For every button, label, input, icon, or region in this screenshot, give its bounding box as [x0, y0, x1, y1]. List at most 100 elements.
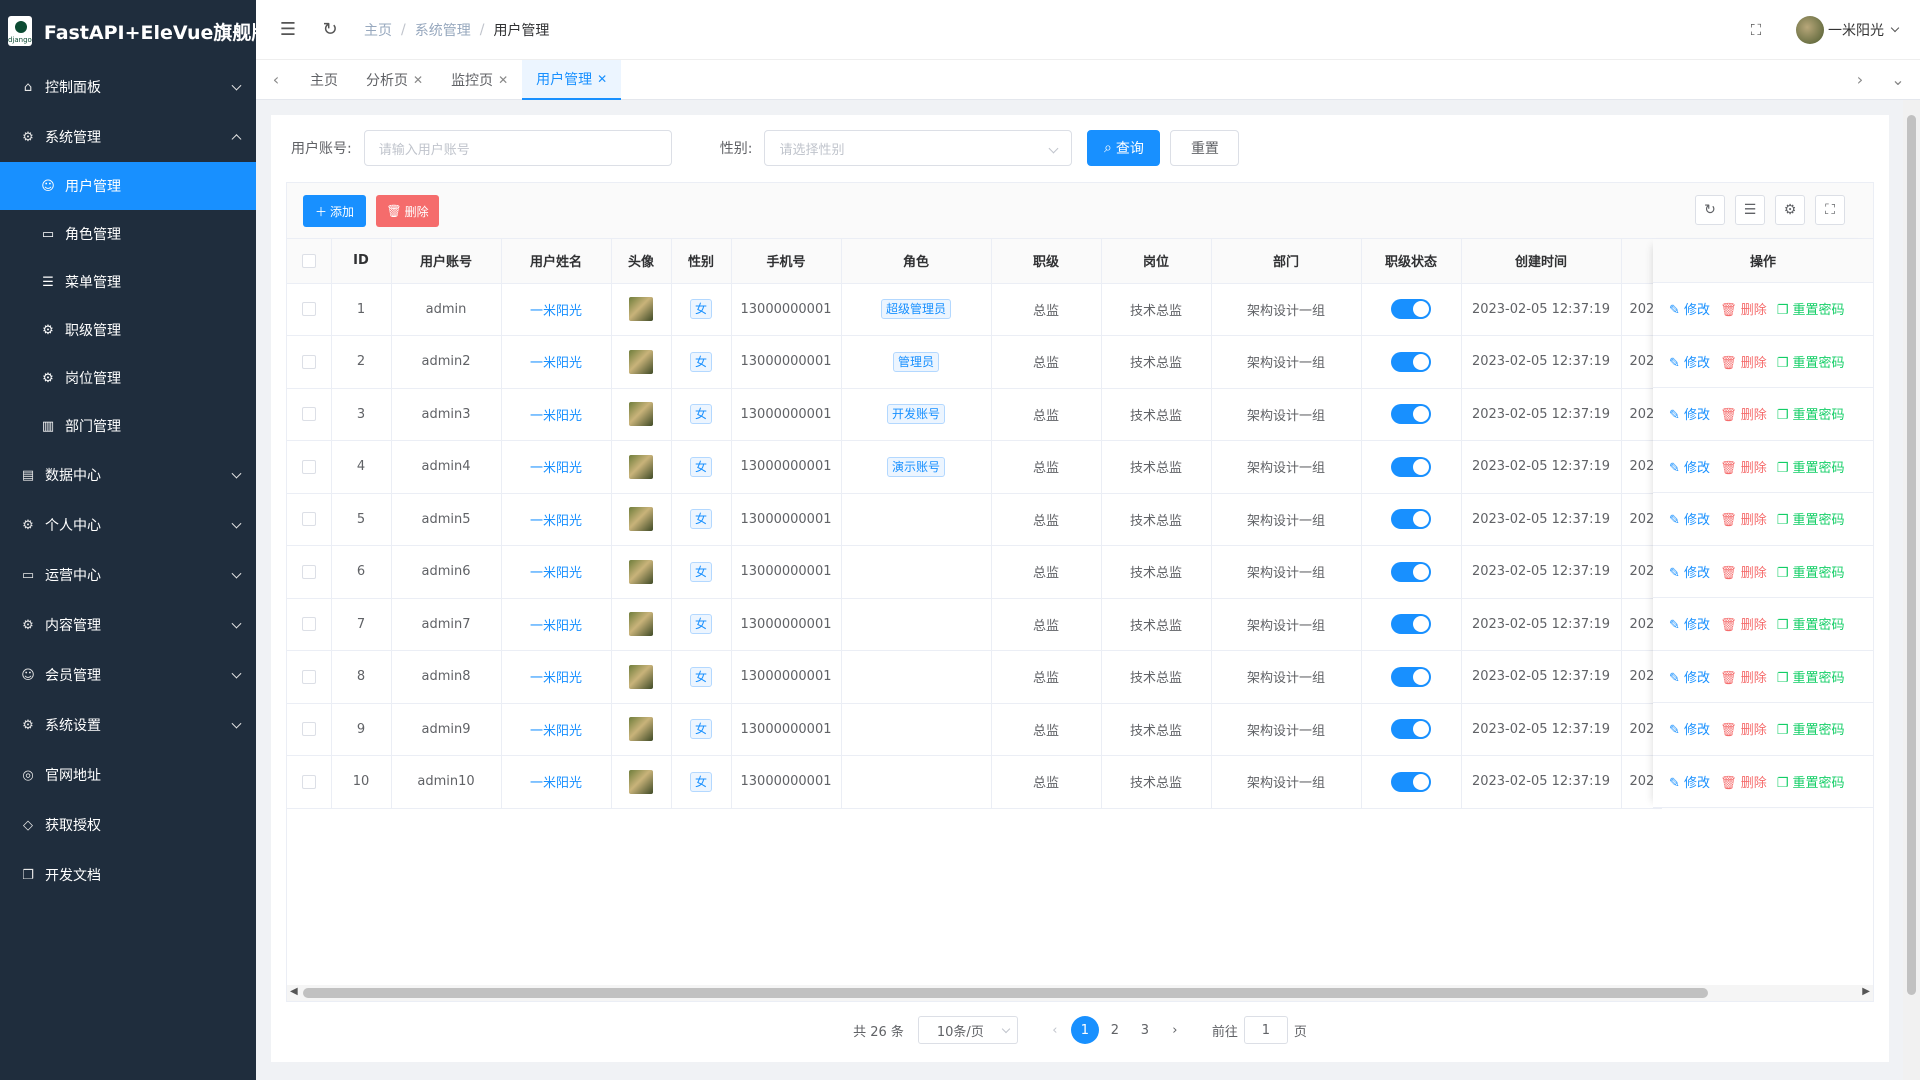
select-all-checkbox[interactable]: [301, 253, 316, 268]
column-header[interactable]: 手机号: [731, 239, 842, 284]
status-toggle[interactable]: [1391, 561, 1431, 582]
scrollbar-thumb[interactable]: [303, 988, 1708, 998]
row-select-cell[interactable]: [287, 493, 332, 546]
row-checkbox[interactable]: [301, 564, 316, 579]
user-name-link[interactable]: 一米阳光: [530, 724, 582, 739]
breadcrumb-system[interactable]: 系统管理: [415, 20, 471, 40]
table-row[interactable]: 6 admin6 一米阳光 女 13000000001 总监 技术总监 架构设计…: [287, 545, 1662, 599]
edit-link[interactable]: ✎ 修改: [1669, 509, 1710, 528]
edit-link[interactable]: ✎ 修改: [1669, 667, 1710, 686]
delete-link[interactable]: 🗑 删除: [1720, 614, 1767, 633]
edit-link[interactable]: ✎ 修改: [1669, 457, 1710, 476]
table-row[interactable]: 5 admin5 一米阳光 女 13000000001 总监 技术总监 架构设计…: [287, 493, 1662, 546]
tab[interactable]: 监控页 ✕: [437, 60, 522, 100]
scroll-left-arrow-icon[interactable]: ◀: [290, 986, 298, 997]
edit-link[interactable]: ✎ 修改: [1669, 299, 1710, 318]
tab[interactable]: 主页: [296, 60, 352, 100]
tab[interactable]: 用户管理 ✕: [522, 59, 622, 100]
delete-link[interactable]: 🗑 删除: [1720, 772, 1767, 791]
delete-link[interactable]: 🗑 删除: [1720, 562, 1767, 581]
page-number[interactable]: 3: [1131, 1016, 1159, 1044]
status-toggle[interactable]: [1391, 456, 1431, 477]
column-header[interactable]: 岗位: [1101, 239, 1212, 284]
column-header[interactable]: 性别: [671, 239, 732, 284]
row-checkbox[interactable]: [301, 617, 316, 632]
sidebar-subitem[interactable]: ▭ 角色管理: [0, 210, 256, 258]
account-input[interactable]: 请输入用户账号: [363, 130, 672, 166]
row-checkbox[interactable]: [301, 459, 316, 474]
status-toggle[interactable]: [1391, 719, 1431, 740]
chevron-down-icon[interactable]: [1890, 23, 1900, 33]
row-checkbox[interactable]: [301, 722, 316, 737]
sidebar-item[interactable]: ⚙ 系统管理: [0, 112, 256, 162]
user-name-link[interactable]: 一米阳光: [530, 566, 582, 581]
sidebar-subitem[interactable]: ⚙ 岗位管理: [0, 354, 256, 402]
reset-password-link[interactable]: ❐ 重置密码: [1777, 562, 1845, 581]
delete-link[interactable]: 🗑 删除: [1720, 667, 1767, 686]
vertical-scrollbar[interactable]: [1903, 100, 1920, 1080]
status-toggle[interactable]: [1391, 509, 1431, 530]
column-header[interactable]: 用户账号: [391, 239, 502, 284]
reset-password-link[interactable]: ❐ 重置密码: [1777, 352, 1845, 371]
row-select-cell[interactable]: [287, 388, 332, 441]
reset-password-link[interactable]: ❐ 重置密码: [1777, 772, 1845, 791]
user-name-link[interactable]: 一米阳光: [530, 356, 582, 371]
sidebar-item[interactable]: ⚙ 系统设置: [0, 700, 256, 750]
table-row[interactable]: 1 admin 一米阳光 女 13000000001 超级管理员 总监 技术总监…: [287, 283, 1662, 336]
select-all-header[interactable]: [287, 239, 332, 284]
close-icon[interactable]: ✕: [597, 72, 607, 86]
column-header[interactable]: 创建时间: [1461, 239, 1622, 284]
row-checkbox[interactable]: [301, 407, 316, 422]
tab-scroll-left-icon[interactable]: ‹: [266, 70, 286, 90]
tab-scroll-right-icon[interactable]: ›: [1850, 70, 1870, 90]
row-select-cell[interactable]: [287, 650, 332, 704]
sidebar-item[interactable]: ◇ 获取授权: [0, 800, 256, 850]
row-select-cell[interactable]: [287, 755, 332, 809]
delete-link[interactable]: 🗑 删除: [1720, 404, 1767, 423]
sidebar-item[interactable]: ◎ 官网地址: [0, 750, 256, 800]
breadcrumb-home[interactable]: 主页: [364, 20, 392, 40]
sidebar-item[interactable]: ▭ 运营中心: [0, 550, 256, 600]
delete-link[interactable]: 🗑 删除: [1720, 352, 1767, 371]
menu-fold-icon[interactable]: ☰: [278, 19, 298, 40]
row-select-cell[interactable]: [287, 703, 332, 756]
column-settings-icon[interactable]: ⚙: [1775, 195, 1805, 225]
column-header[interactable]: 职级状态: [1361, 239, 1462, 284]
page-number[interactable]: 1: [1070, 1016, 1099, 1044]
reset-password-link[interactable]: ❐ 重置密码: [1777, 299, 1845, 318]
sidebar-subitem[interactable]: ☺ 用户管理: [0, 162, 256, 210]
username[interactable]: 一米阳光: [1828, 20, 1884, 40]
edit-link[interactable]: ✎ 修改: [1669, 404, 1710, 423]
reset-password-link[interactable]: ❐ 重置密码: [1777, 614, 1845, 633]
user-name-link[interactable]: 一米阳光: [530, 619, 582, 634]
sidebar-subitem[interactable]: ▥ 部门管理: [0, 402, 256, 450]
column-header[interactable]: ID: [331, 239, 392, 284]
reset-password-link[interactable]: ❐ 重置密码: [1777, 457, 1845, 476]
row-checkbox[interactable]: [301, 512, 316, 527]
scrollbar-thumb[interactable]: [1907, 115, 1916, 995]
edit-link[interactable]: ✎ 修改: [1669, 719, 1710, 738]
row-select-cell[interactable]: [287, 545, 332, 599]
close-icon[interactable]: ✕: [413, 73, 423, 87]
column-header[interactable]: 用户姓名: [501, 239, 612, 284]
row-select-cell[interactable]: [287, 440, 332, 494]
user-name-link[interactable]: 一米阳光: [530, 671, 582, 686]
tab-menu-chevron-icon[interactable]: ⌄: [1888, 70, 1908, 90]
column-header[interactable]: 角色: [841, 239, 992, 284]
delete-link[interactable]: 🗑 删除: [1720, 457, 1767, 476]
close-icon[interactable]: ✕: [498, 73, 508, 87]
table-row[interactable]: 7 admin7 一米阳光 女 13000000001 总监 技术总监 架构设计…: [287, 598, 1662, 651]
user-name-link[interactable]: 一米阳光: [530, 304, 582, 319]
reset-button[interactable]: 重置: [1170, 130, 1240, 166]
status-toggle[interactable]: [1391, 666, 1431, 687]
table-row[interactable]: 4 admin4 一米阳光 女 13000000001 演示账号 总监 技术总监…: [287, 440, 1662, 494]
status-toggle[interactable]: [1391, 771, 1431, 792]
goto-page-input[interactable]: 1: [1243, 1016, 1288, 1044]
status-toggle[interactable]: [1391, 614, 1431, 635]
reset-password-link[interactable]: ❐ 重置密码: [1777, 509, 1845, 528]
status-toggle[interactable]: [1391, 299, 1431, 320]
reset-password-link[interactable]: ❐ 重置密码: [1777, 719, 1845, 738]
query-button[interactable]: ⌕ 查询: [1087, 130, 1161, 166]
row-checkbox[interactable]: [301, 302, 316, 317]
table-row[interactable]: 3 admin3 一米阳光 女 13000000001 开发账号 总监 技术总监…: [287, 388, 1662, 441]
